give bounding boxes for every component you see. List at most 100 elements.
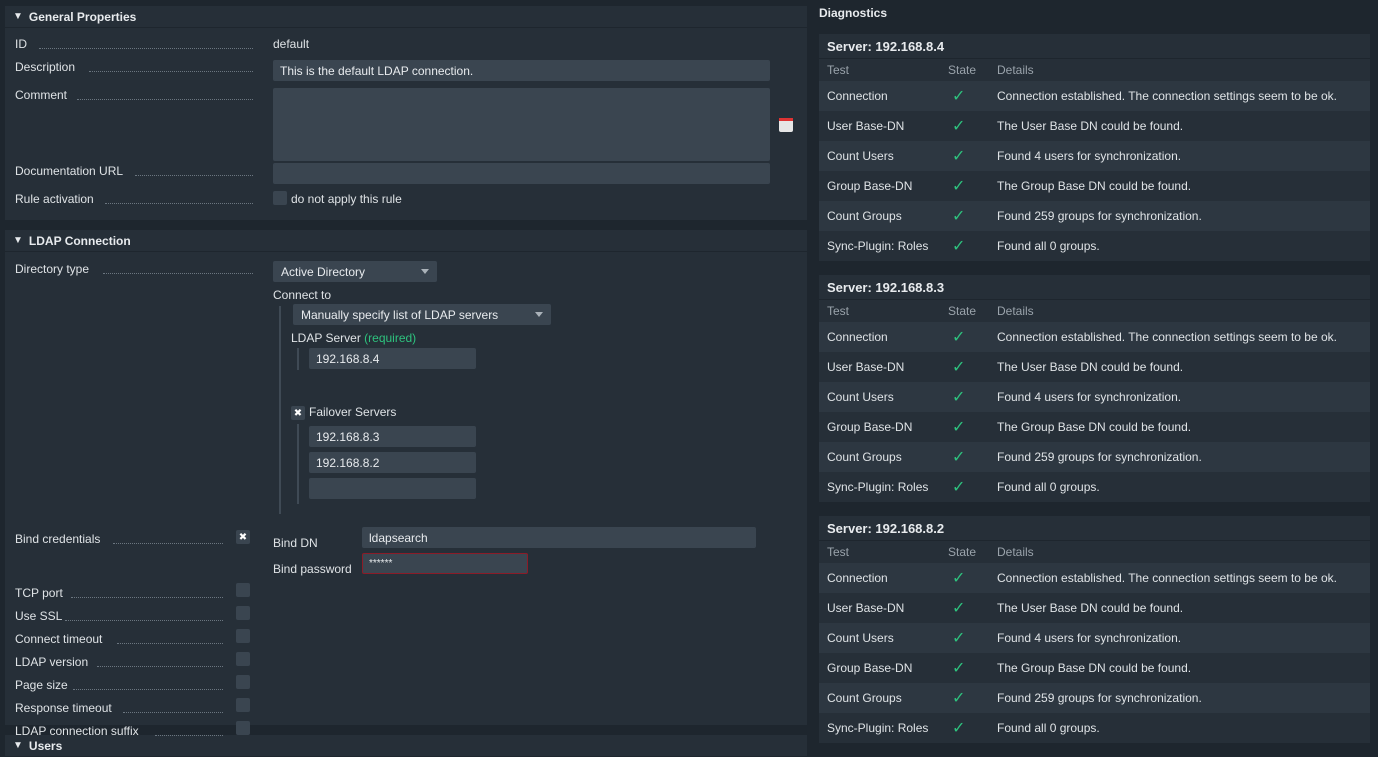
check-icon: ✓ xyxy=(952,479,966,496)
bind-password-input[interactable]: ****** xyxy=(362,553,528,574)
checked-icon: ✖ xyxy=(238,531,248,543)
bind-credentials-checkbox[interactable]: ✖ xyxy=(236,530,250,544)
ldap-server-indent-line xyxy=(297,348,299,370)
test-name: Count Users xyxy=(819,623,940,653)
state-cell: ✓ xyxy=(940,593,989,623)
bind-dn-input[interactable]: ldapsearch xyxy=(362,527,756,548)
connect-to-select[interactable]: Manually specify list of LDAP servers xyxy=(293,304,551,325)
server-block: Server: 192.168.8.3 Test State Details Conne… xyxy=(819,275,1370,502)
test-details: Found 4 users for synchronization. xyxy=(989,141,1370,171)
check-icon: ✓ xyxy=(952,449,966,466)
section-ldap-connection: ▼ LDAP Connection Directory type Active … xyxy=(5,230,807,738)
checked-icon: ✖ xyxy=(293,407,303,419)
response-timeout-checkbox[interactable] xyxy=(236,698,250,712)
documentation-url-input[interactable] xyxy=(273,163,770,184)
use-ssl-label: Use SSL xyxy=(15,609,63,623)
required-marker: (required) xyxy=(364,331,417,345)
table-row: User Base-DN ✓ The User Base DN could be f… xyxy=(819,111,1370,141)
state-cell: ✓ xyxy=(940,412,989,442)
dots-leader xyxy=(39,48,253,49)
use-ssl-checkbox[interactable] xyxy=(236,606,250,620)
server-list: Server: 192.168.8.4 Test State Details Conne… xyxy=(819,34,1370,743)
dots-leader xyxy=(103,273,253,274)
test-details: The User Base DN could be found. xyxy=(989,352,1370,382)
check-icon: ✓ xyxy=(952,208,966,225)
dots-leader xyxy=(65,620,223,621)
table-row: Connection ✓ Connection established. The c… xyxy=(819,322,1370,352)
test-details: Found all 0 groups. xyxy=(989,472,1370,502)
test-details: The User Base DN could be found. xyxy=(989,111,1370,141)
ldap-server-input[interactable]: 192.168.8.4 xyxy=(309,348,476,369)
check-icon: ✓ xyxy=(952,600,966,617)
state-cell: ✓ xyxy=(940,563,989,593)
section-title: Users xyxy=(28,738,63,753)
column-header-test: Test xyxy=(827,304,850,318)
id-label: ID xyxy=(15,37,27,51)
comment-textarea[interactable] xyxy=(273,88,770,161)
check-icon: ✓ xyxy=(952,178,966,195)
table-row: Sync-Plugin: Roles ✓ Found all 0 groups. xyxy=(819,231,1370,261)
check-icon: ✓ xyxy=(952,419,966,436)
tcp-port-label: TCP port xyxy=(15,586,63,600)
test-details: The Group Base DN could be found. xyxy=(989,653,1370,683)
test-name: User Base-DN xyxy=(819,352,940,382)
rule-activation-label: Rule activation xyxy=(15,192,94,206)
section-general-header[interactable]: ▼ General Properties xyxy=(5,6,807,28)
check-icon: ✓ xyxy=(952,690,966,707)
dots-leader xyxy=(123,712,223,713)
check-icon: ✓ xyxy=(952,148,966,165)
dots-leader xyxy=(73,689,223,690)
failover-server-input-1[interactable]: 192.168.8.3 xyxy=(309,426,476,447)
section-ldap-header[interactable]: ▼ LDAP Connection xyxy=(5,230,807,252)
server-title: Server: 192.168.8.4 xyxy=(819,34,1370,59)
connect-to-label: Connect to xyxy=(273,288,332,302)
state-cell: ✓ xyxy=(940,623,989,653)
table-header-row: Test State Details xyxy=(819,59,1370,81)
state-cell: ✓ xyxy=(940,653,989,683)
test-name: Group Base-DN xyxy=(819,653,940,683)
check-icon: ✓ xyxy=(952,720,966,737)
page-size-label: Page size xyxy=(15,678,68,692)
table-row: Count Users ✓ Found 4 users for synchroniz… xyxy=(819,382,1370,412)
ldap-connection-suffix-checkbox[interactable] xyxy=(236,721,250,735)
section-title: LDAP Connection xyxy=(28,233,131,248)
state-cell: ✓ xyxy=(940,322,989,352)
table-header-row: Test State Details xyxy=(819,541,1370,563)
tcp-port-checkbox[interactable] xyxy=(236,583,250,597)
section-users-header[interactable]: ▼ Users xyxy=(5,735,807,757)
test-name: Count Users xyxy=(819,382,940,412)
triangle-down-icon: ▼ xyxy=(13,11,23,22)
check-icon: ✓ xyxy=(952,570,966,587)
page-size-checkbox[interactable] xyxy=(236,675,250,689)
chevron-down-icon xyxy=(421,269,429,274)
connect-timeout-checkbox[interactable] xyxy=(236,629,250,643)
triangle-down-icon: ▼ xyxy=(13,235,23,246)
column-header-state: State xyxy=(948,63,977,77)
description-input[interactable]: This is the default LDAP connection. xyxy=(273,60,770,81)
rule-activation-checkbox[interactable] xyxy=(273,191,287,205)
test-details: The Group Base DN could be found. xyxy=(989,171,1370,201)
test-name: Connection xyxy=(819,322,940,352)
dots-leader xyxy=(113,543,223,544)
diagnostics-table: Test State Details Connection ✓ Connection es… xyxy=(819,59,1370,261)
ldap-connection-suffix-label: LDAP connection suffix xyxy=(15,724,139,738)
state-cell: ✓ xyxy=(940,81,989,111)
dots-leader xyxy=(89,71,253,72)
failover-server-input-3[interactable] xyxy=(309,478,476,499)
ldap-version-checkbox[interactable] xyxy=(236,652,250,666)
test-details: Found 259 groups for synchronization. xyxy=(989,442,1370,472)
table-row: Group Base-DN ✓ The Group Base DN could be… xyxy=(819,171,1370,201)
test-details: The Group Base DN could be found. xyxy=(989,412,1370,442)
dots-leader xyxy=(71,597,223,598)
test-name: Group Base-DN xyxy=(819,171,940,201)
failover-servers-checkbox[interactable]: ✖ xyxy=(291,406,305,420)
table-row: Connection ✓ Connection established. The c… xyxy=(819,563,1370,593)
calendar-clock-icon[interactable] xyxy=(779,118,793,132)
test-name: Sync-Plugin: Roles xyxy=(819,472,940,502)
failover-server-input-2[interactable]: 192.168.8.2 xyxy=(309,452,476,473)
directory-type-select[interactable]: Active Directory xyxy=(273,261,437,282)
server-block: Server: 192.168.8.4 Test State Details Conne… xyxy=(819,34,1370,261)
id-value: default xyxy=(273,37,310,51)
dots-leader xyxy=(135,175,253,176)
table-row: Count Users ✓ Found 4 users for synchroniz… xyxy=(819,141,1370,171)
